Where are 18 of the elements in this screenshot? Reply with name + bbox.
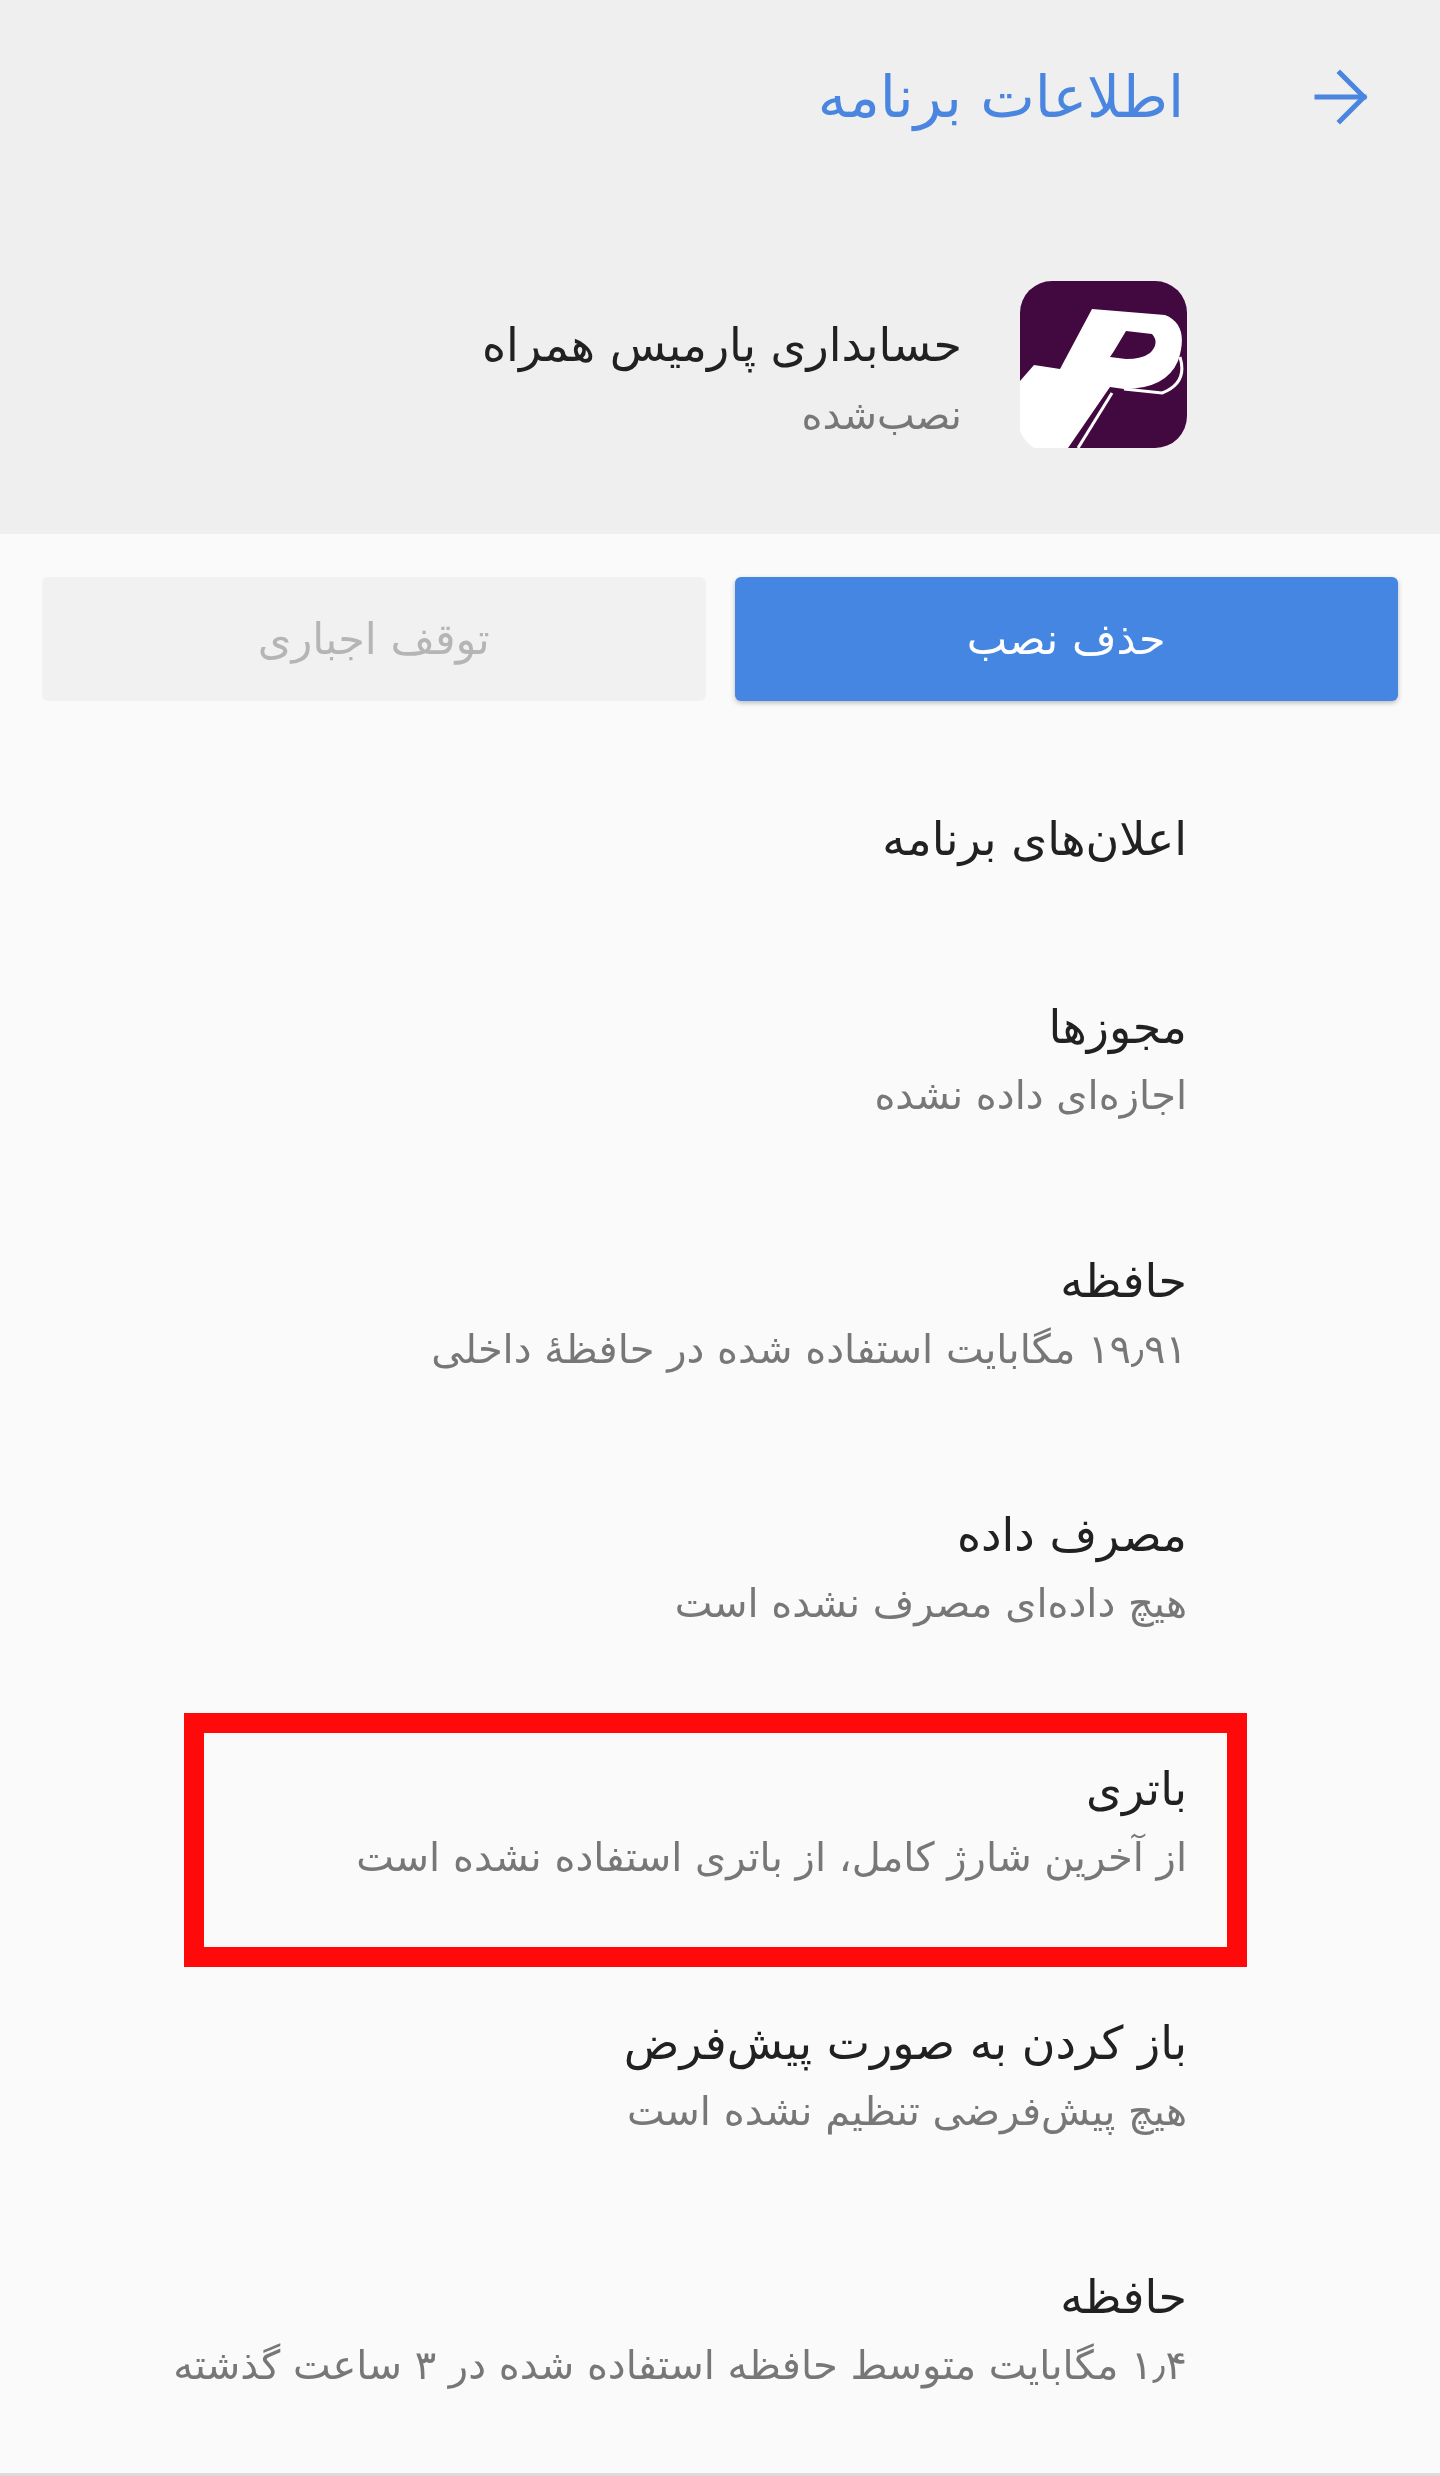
setting-summary: هیچ پیش‌فرضی تنظیم نشده است <box>627 2087 1187 2137</box>
setting-title[interactable]: اعلان‌های برنامه <box>882 808 1187 870</box>
setting-summary: ۱٫۴ مگابایت متوسط حافظه استفاده شده در ۳ ساعت گذشته <box>173 2341 1187 2391</box>
setting-title[interactable]: باتری <box>1086 1758 1187 1820</box>
setting-summary: از آخرین شارژ کامل، از باتری استفاده نشده است <box>356 1833 1187 1883</box>
setting-summary: هیچ داده‌ای مصرف نشده است <box>674 1579 1187 1629</box>
setting-title[interactable]: مصرف داده <box>956 1504 1187 1566</box>
setting-title[interactable]: باز کردن به صورت پیش‌فرض <box>623 2012 1187 2074</box>
uninstall-button[interactable]: حذف نصب <box>734 577 1398 701</box>
install-status: نصب‌شده <box>801 391 962 440</box>
setting-title[interactable]: حافظه <box>1060 2266 1187 2328</box>
setting-summary: اجازه‌ای داده نشده <box>874 1071 1187 1121</box>
setting-title[interactable]: مجوزها <box>1048 996 1187 1058</box>
app-logo-icon <box>1020 281 1187 448</box>
page-title: اطلاعات برنامه <box>817 62 1184 134</box>
setting-summary: ۱۹٫۹۱ مگابایت استفاده شده در حافظهٔ داخلی <box>431 1325 1187 1375</box>
app-name: حسابداری پارمیس همراه <box>482 317 962 375</box>
setting-title[interactable]: حافظه <box>1060 1250 1187 1312</box>
